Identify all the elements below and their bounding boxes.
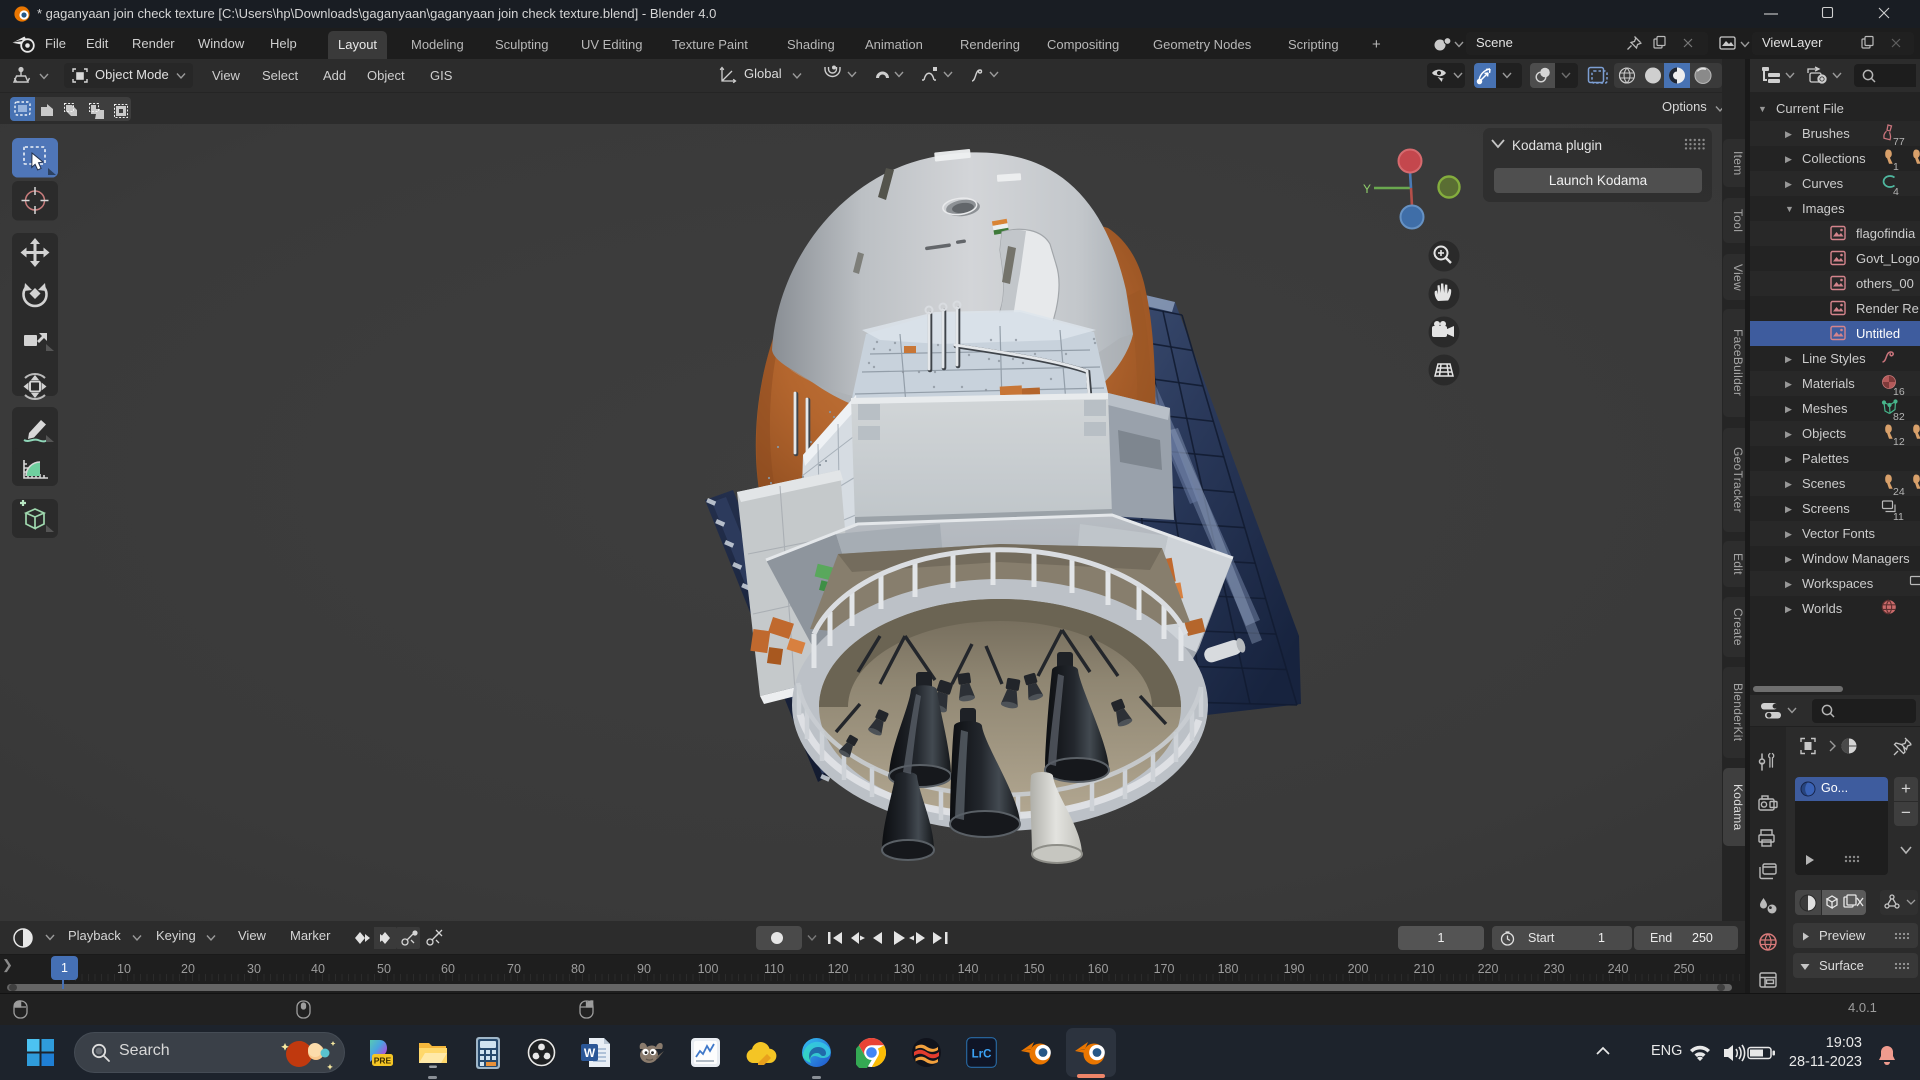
svg-text:Y: Y <box>1363 182 1371 196</box>
svg-text:LrC: LrC <box>972 1049 992 1061</box>
svg-text:PRE: PRE <box>374 1056 392 1066</box>
svg-text:Launch Kodama: Launch Kodama <box>1549 173 1648 188</box>
svg-text:Kodama plugin: Kodama plugin <box>1512 138 1602 153</box>
svg-text:W: W <box>584 1046 596 1060</box>
